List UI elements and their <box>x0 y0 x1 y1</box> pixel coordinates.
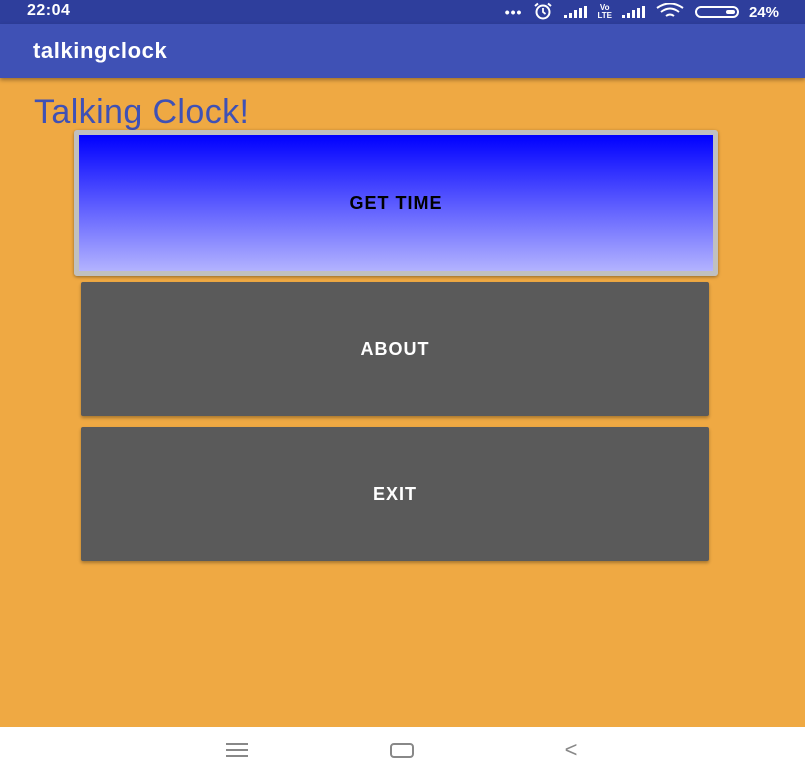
status-bar: 22:04 ••• Vo LTE 24% <box>0 0 805 24</box>
about-button[interactable]: ABOUT <box>81 282 709 416</box>
about-label: ABOUT <box>360 338 430 359</box>
more-dots-icon: ••• <box>504 4 523 20</box>
exit-label: EXIT <box>372 483 417 504</box>
get-time-button[interactable]: GET TIME <box>74 130 718 276</box>
wifi-icon <box>655 2 685 22</box>
signal-icon <box>621 6 645 18</box>
battery-icon <box>694 6 739 18</box>
status-icons: ••• Vo LTE 24% <box>505 2 779 22</box>
menu-icon[interactable] <box>207 727 267 773</box>
status-time: 22:04 <box>27 2 71 19</box>
app-title: talkingclock <box>33 38 168 63</box>
lte-icon: Vo LTE <box>597 3 612 20</box>
back-icon[interactable]: < <box>541 727 601 773</box>
battery-percent: 24% <box>748 3 779 21</box>
app-bar: talkingclock <box>0 24 805 78</box>
page-heading: Talking Clock! <box>34 93 250 131</box>
nav-bar: < <box>0 727 805 773</box>
alarm-icon <box>532 2 554 23</box>
exit-button[interactable]: EXIT <box>81 427 709 561</box>
signal-icon <box>564 6 588 18</box>
home-icon[interactable] <box>372 727 432 773</box>
get-time-label: GET TIME <box>349 192 443 213</box>
